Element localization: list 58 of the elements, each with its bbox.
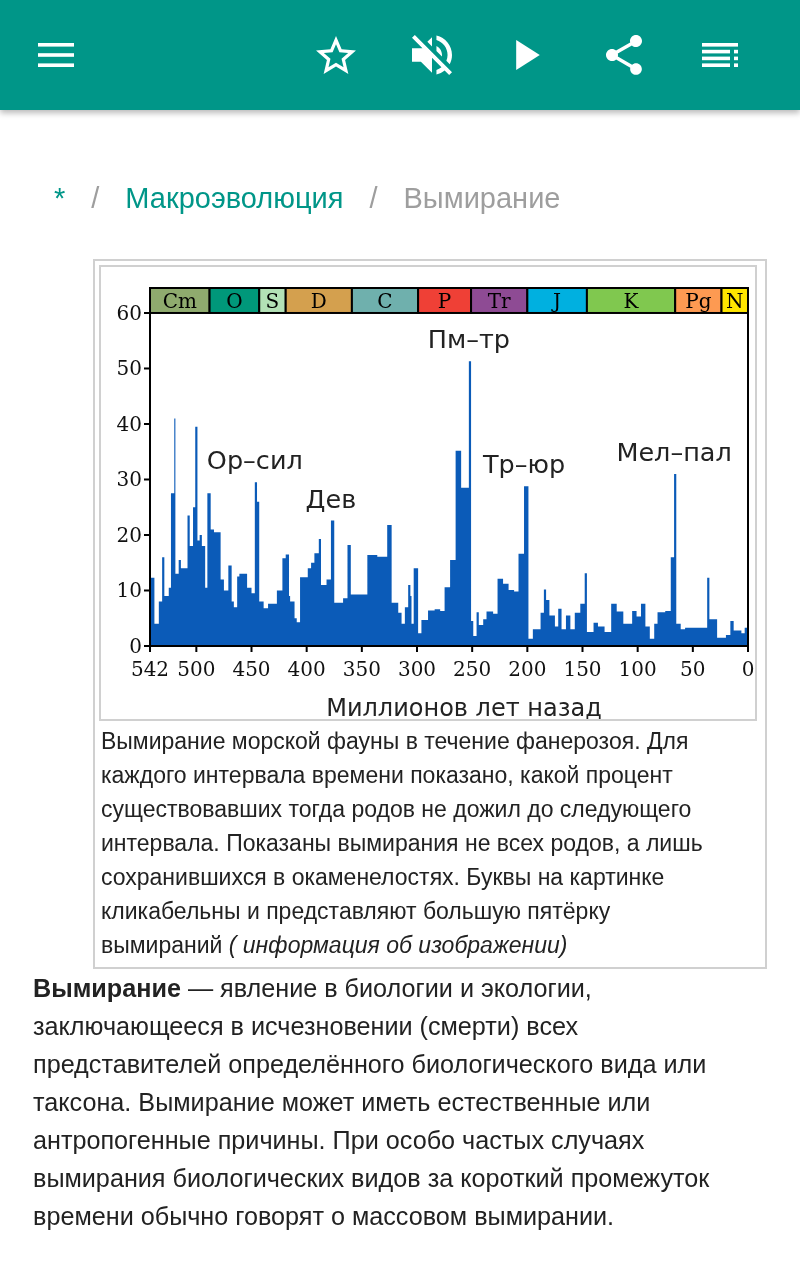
band-label: Pg <box>685 288 712 313</box>
axis-tick-label: 40 <box>116 412 142 436</box>
axis-tick-label: 400 <box>287 657 326 681</box>
breadcrumb-separator: / <box>91 181 100 216</box>
band-label: S <box>265 288 280 313</box>
period-band[interactable]: O <box>208 287 261 314</box>
axis-tick-label: 542 <box>130 657 170 681</box>
band-label: O <box>226 288 243 313</box>
axis-tick-label: 0 <box>741 657 755 681</box>
axis-tick-label: 50 <box>680 657 706 681</box>
axis-tick-label: 10 <box>116 578 142 603</box>
band-label: P <box>437 288 452 313</box>
event-label[interactable]: Пм–тр <box>427 324 510 355</box>
axis-tick-label: 50 <box>116 356 142 381</box>
axis-tick-label: 300 <box>397 657 437 681</box>
list-icon <box>702 43 738 67</box>
axis-tick-label: 350 <box>342 657 381 681</box>
period-band[interactable]: Tr <box>470 287 529 314</box>
axis-tick-label: 450 <box>232 657 271 681</box>
axis-tick-label: 200 <box>508 657 547 681</box>
event-label[interactable]: Дев <box>305 483 357 514</box>
band-label: K <box>623 288 640 313</box>
band-label: Cm <box>162 288 197 313</box>
period-band[interactable]: C <box>350 287 420 314</box>
figure-caption: Вымирание морской фауны в течение фанерозоя. Для каждого интервала времени показано, какой процент существовавших тогда родов не дожил до следующего интервала. Показаны вымирания не всех родов, а лишь сохранившихся в окаменелостях. Буквы на картинке кликабельны и представляют большую пятёрку вымираний ( информация об изображении) <box>101 727 704 960</box>
share-icon <box>606 35 642 75</box>
period-band[interactable]: D <box>284 287 353 314</box>
x-axis-title: Миллионов лет назад <box>326 694 602 719</box>
period-band[interactable]: Cm <box>149 287 211 314</box>
band-label: N <box>726 288 744 313</box>
band-label: D <box>310 288 327 313</box>
breadcrumb-link[interactable]: * <box>54 179 66 217</box>
band-label: C <box>377 288 393 313</box>
event-label[interactable]: Мел–пал <box>616 436 732 467</box>
axis-tick-label: 60 <box>116 301 142 325</box>
breadcrumb-separator: / <box>369 181 378 216</box>
menu-icon <box>38 43 74 67</box>
band-label: Tr <box>487 288 512 313</box>
axis-tick-label: 20 <box>116 523 142 547</box>
axis-tick-label: 30 <box>116 467 142 492</box>
article-paragraph: Вымирание — явление в биологии и экологии, заключающееся в исчезновении (смерти) всех представителей определённого биологического вида или таксона. Вымирание может иметь естественные или антропогенные причины. При особо частых случаях вымирания биологических видов за короткий промежуток времени обычно говорят о массовом вымирании. <box>33 973 711 1232</box>
axis-tick-label: 150 <box>563 657 602 681</box>
axis-tick-label: 500 <box>177 657 216 681</box>
breadcrumb-current: Вымирание <box>403 181 561 216</box>
event-label[interactable]: Тр–юр <box>482 449 566 480</box>
period-band[interactable]: P <box>417 287 473 314</box>
period-band[interactable]: S <box>258 287 287 314</box>
period-band[interactable]: K <box>585 287 677 314</box>
axis-tick-label: 100 <box>618 657 657 681</box>
band-label: J <box>551 288 562 313</box>
period-band[interactable]: J <box>526 287 588 314</box>
axis-tick-label: 0 <box>129 634 142 658</box>
breadcrumb-link[interactable]: Макроэволюция <box>125 179 344 217</box>
event-label[interactable]: Ор–сил <box>206 445 303 476</box>
axis-tick-label: 250 <box>453 657 492 681</box>
play-icon <box>516 40 540 70</box>
period-band[interactable]: N <box>720 287 749 314</box>
period-band[interactable]: Pg <box>674 287 723 314</box>
